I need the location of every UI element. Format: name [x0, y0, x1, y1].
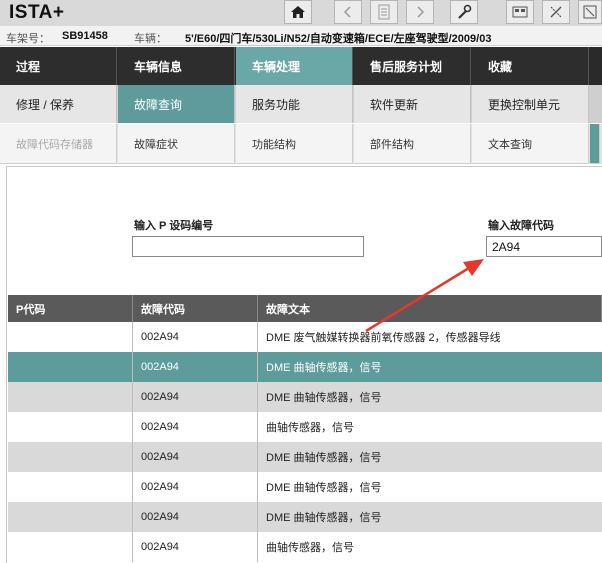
column-header-p-code[interactable]: P代码 [8, 295, 133, 322]
column-header-fault-code[interactable]: 故障代码 [133, 295, 258, 322]
cell-fault-text: DME 曲轴传感器，信号 [266, 362, 382, 374]
document-icon [378, 4, 390, 20]
table-header: P代码 故障代码 故障文本 [8, 295, 602, 322]
tab-fault-query[interactable]: 故障查询 [118, 85, 235, 123]
home-icon [291, 6, 305, 18]
cell-p-code [8, 472, 133, 502]
cell-p-code [8, 412, 133, 442]
p-code-label: 输入 P 设码编号 [134, 220, 214, 232]
tab-replace-control-unit[interactable]: 更换控制单元 [472, 85, 589, 123]
fault-code-input[interactable] [486, 236, 602, 257]
column-header-fault-text[interactable]: 故障文本 [258, 295, 602, 322]
tab-process[interactable]: 过程 [0, 47, 117, 85]
third-nav: 故障代码存储器 故障症状 功能结构 部件结构 文本查询 [0, 124, 602, 164]
cell-fault-text: DME 曲轴传感器，信号 [266, 392, 382, 404]
tab-active-indicator [590, 124, 600, 164]
cell-fault-text: 曲轴传感器，信号 [266, 422, 354, 434]
cell-fault-code: 002A94 [133, 352, 258, 382]
window-button[interactable] [578, 0, 602, 24]
cell-p-code [8, 442, 133, 472]
tab-fault-memory[interactable]: 故障代码存储器 [0, 124, 117, 164]
tab-service-functions[interactable]: 服务功能 [236, 85, 353, 123]
vehicle-value: 5'/E60/四门车/530Li/N52/自动变速箱/ECE/左座驾驶型/200… [185, 33, 492, 45]
cell-fault-text: 曲轴传感器，信号 [266, 542, 354, 554]
table-row[interactable]: 002A94 曲轴传感器，信号 [8, 412, 602, 442]
display-button[interactable] [506, 0, 534, 24]
table-row[interactable]: 002A94 DME 曲轴传感器，信号 [8, 382, 602, 412]
tools-icon [550, 6, 562, 18]
display-icon [512, 6, 528, 18]
vehicle-info-bar: 车架号： SB91458 车辆： 5'/E60/四门车/530Li/N52/自动… [0, 26, 602, 46]
tab-fault-symptoms[interactable]: 故障症状 [118, 124, 235, 164]
forward-button[interactable] [406, 0, 434, 24]
tab-component-structure[interactable]: 部件结构 [354, 124, 471, 164]
table-row[interactable]: 002A94 曲轴传感器，信号 [8, 532, 602, 562]
cell-fault-text: DME 曲轴传感器，信号 [266, 512, 382, 524]
cell-fault-code: 002A94 [133, 382, 258, 412]
tab-vehicle-info[interactable]: 车辆信息 [118, 47, 235, 85]
cell-fault-text: DME 曲轴传感器，信号 [266, 452, 382, 464]
main-nav: 过程 车辆信息 车辆处理 售后服务计划 收藏 [0, 47, 602, 85]
cell-fault-text: DME 曲轴传感器，信号 [266, 482, 382, 494]
p-code-input[interactable] [132, 236, 364, 257]
table-row[interactable]: 002A94 DME 废气触媒转换器前氧传感器 2，传感器导线 [8, 322, 602, 352]
cell-p-code [8, 382, 133, 412]
app-title: ISTA+ [9, 2, 65, 23]
tab-service-plan[interactable]: 售后服务计划 [354, 47, 471, 85]
vin-value: SB91458 [62, 30, 108, 42]
tab-vehicle-handling[interactable]: 车辆处理 [236, 47, 353, 85]
back-button[interactable] [334, 0, 362, 24]
wrench-button[interactable] [450, 0, 478, 24]
table-row-selected[interactable]: 002A94 DME 曲轴传感器，信号 [8, 352, 602, 382]
cell-p-code [8, 352, 133, 382]
cell-p-code [8, 322, 133, 352]
back-icon [343, 6, 351, 18]
vin-label: 车架号： [6, 33, 50, 45]
window-icon [583, 5, 597, 19]
tools-button[interactable] [542, 0, 570, 24]
home-button[interactable] [284, 0, 312, 24]
cell-p-code [8, 532, 133, 562]
forward-icon [417, 6, 425, 18]
tab-function-structure[interactable]: 功能结构 [236, 124, 353, 164]
tab-favorites[interactable]: 收藏 [472, 47, 589, 85]
title-bar: ISTA+ [0, 0, 602, 26]
tab-software-update[interactable]: 软件更新 [354, 85, 471, 123]
tab-text-search[interactable]: 文本查询 [472, 124, 589, 164]
cell-fault-code: 002A94 [133, 322, 258, 352]
cell-p-code [8, 502, 133, 532]
table-row[interactable]: 002A94 DME 曲轴传感器，信号 [8, 502, 602, 532]
cell-fault-code: 002A94 [133, 442, 258, 472]
table-row[interactable]: 002A94 DME 曲轴传感器，信号 [8, 472, 602, 502]
fault-code-label: 输入故障代码 [488, 220, 554, 232]
wrench-icon [458, 4, 472, 19]
tab-repair-maintenance[interactable]: 修理 / 保养 [0, 85, 117, 123]
document-button[interactable] [370, 0, 398, 24]
cell-fault-code: 002A94 [133, 502, 258, 532]
results-table: P代码 故障代码 故障文本 002A94 DME 废气触媒转换器前氧传感器 2，… [8, 295, 602, 562]
cell-fault-code: 002A94 [133, 472, 258, 502]
sub-nav: 修理 / 保养 故障查询 服务功能 软件更新 更换控制单元 [0, 85, 602, 123]
cell-fault-code: 002A94 [133, 412, 258, 442]
vehicle-label: 车辆： [134, 33, 167, 45]
cell-fault-text: DME 废气触媒转换器前氧传感器 2，传感器导线 [266, 332, 501, 344]
cell-fault-code: 002A94 [133, 532, 258, 562]
table-row[interactable]: 002A94 DME 曲轴传感器，信号 [8, 442, 602, 472]
